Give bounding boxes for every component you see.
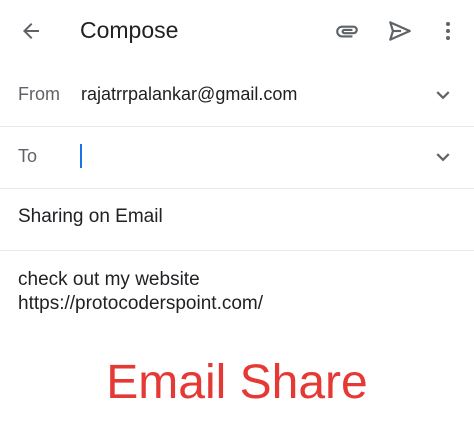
compose-body[interactable]: check out my website https://protocoders… xyxy=(18,268,458,316)
send-button[interactable] xyxy=(380,11,420,51)
subject-field[interactable]: Sharing on Email xyxy=(18,206,163,228)
overlay-caption: Email Share xyxy=(106,356,368,409)
chevron-down-icon[interactable] xyxy=(430,144,456,170)
more-options-button[interactable] xyxy=(428,11,468,51)
to-label: To xyxy=(18,146,38,166)
send-icon xyxy=(389,21,411,41)
to-field[interactable] xyxy=(78,140,412,174)
arrow-back-icon xyxy=(23,23,39,39)
body-line: check out my website xyxy=(18,269,200,290)
text-cursor xyxy=(80,144,82,168)
to-row: To xyxy=(0,126,474,189)
attachment-icon xyxy=(336,25,358,38)
app-bar: Compose xyxy=(0,0,474,64)
body-line: https://protocoderspoint.com/ xyxy=(18,293,264,314)
chevron-down-icon[interactable] xyxy=(430,82,456,108)
attach-button[interactable] xyxy=(327,11,367,51)
from-address: rajatrrpalankar@gmail.com xyxy=(81,84,298,104)
page-title: Compose xyxy=(80,17,179,43)
more-vert-icon xyxy=(446,22,450,40)
subject-row[interactable]: Sharing on Email xyxy=(0,188,474,251)
from-row[interactable]: From rajatrrpalankar@gmail.com xyxy=(0,64,474,127)
back-button[interactable] xyxy=(11,11,51,51)
from-label: From xyxy=(18,84,60,104)
